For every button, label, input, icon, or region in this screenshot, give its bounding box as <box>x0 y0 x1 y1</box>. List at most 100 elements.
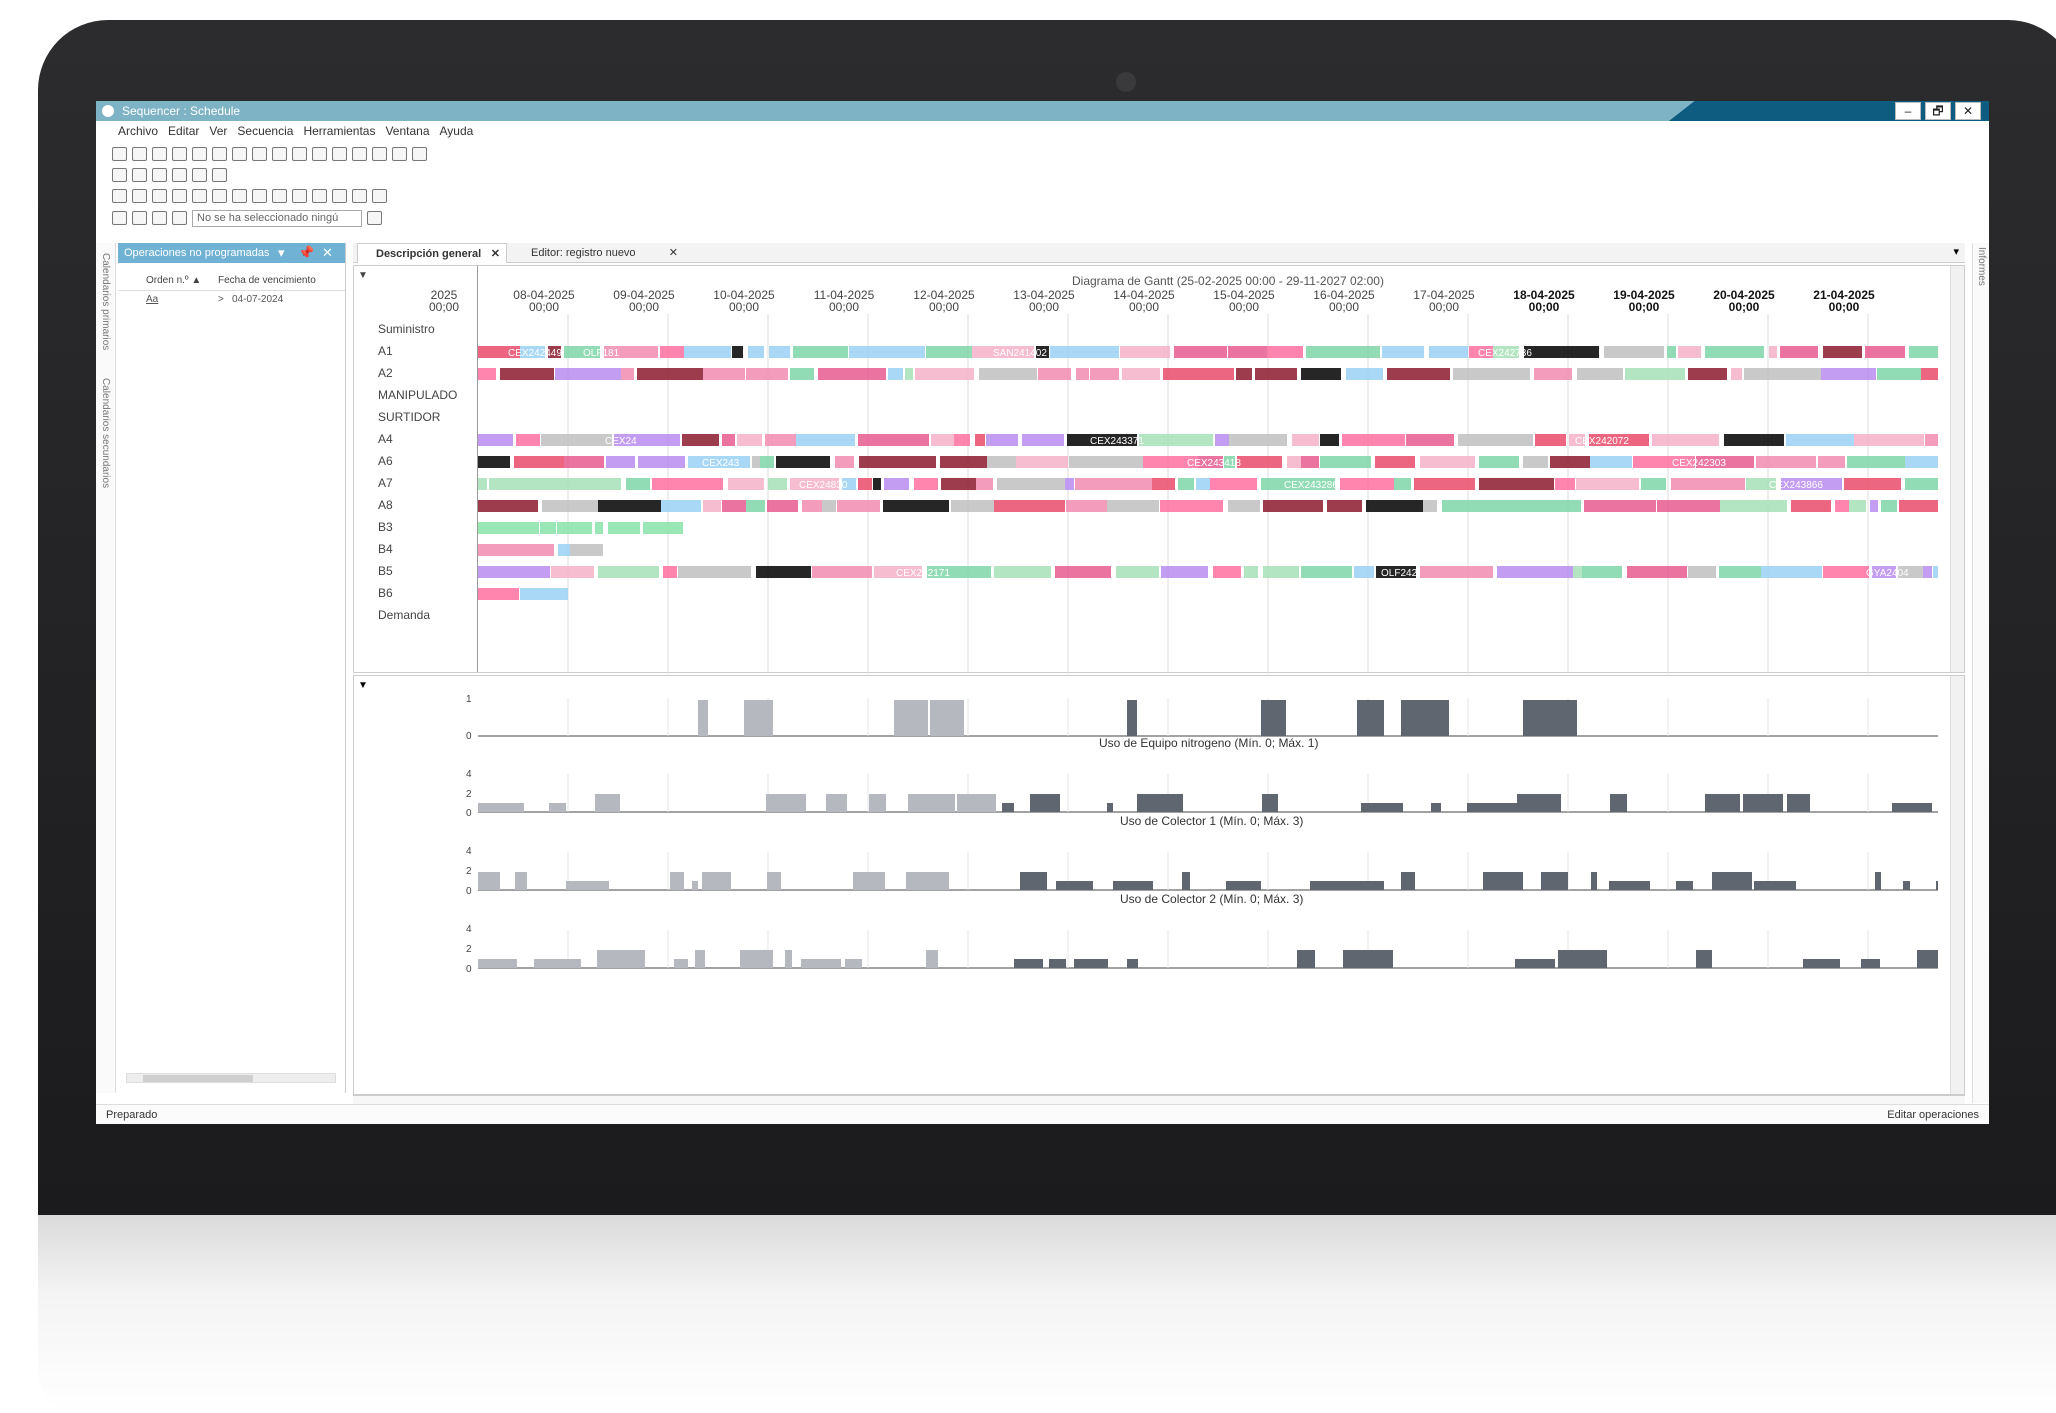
usage-bar <box>853 872 885 890</box>
menu-archivo[interactable]: Archivo <box>118 121 158 141</box>
app-window: Sequencer : Schedule – 🗗 ✕ Archivo Edita… <box>96 101 1989 1124</box>
restore-button[interactable]: 🗗 <box>1925 102 1951 120</box>
tab-descripcion-general[interactable]: Descripción general ✕ <box>357 243 507 263</box>
menu-herramientas[interactable]: Herramientas <box>303 121 375 141</box>
menu-ver[interactable]: Ver <box>209 121 227 141</box>
selection-dropdown[interactable]: No se ha seleccionado ningú <box>192 209 362 227</box>
gantt-operation-bar <box>478 368 496 380</box>
usage-bar <box>1030 794 1060 812</box>
save-icon[interactable] <box>132 147 147 161</box>
gantt-operation-bar <box>1139 434 1213 446</box>
gantt-scrollbar[interactable] <box>1950 266 1964 672</box>
calendar-icon[interactable] <box>212 168 227 182</box>
open-icon[interactable] <box>112 147 127 161</box>
gantt-bar-label: CEX243418 <box>1187 458 1241 469</box>
sequence-icon[interactable] <box>132 189 147 203</box>
gantt-operation-bar <box>1584 500 1656 512</box>
help-icon[interactable] <box>392 147 407 161</box>
filter-text-input[interactable]: Aa <box>146 291 218 309</box>
redo-icon[interactable] <box>212 147 227 161</box>
calendar-icon[interactable] <box>312 147 327 161</box>
redo-icon[interactable] <box>332 189 347 203</box>
image-icon[interactable] <box>192 168 207 182</box>
undo-icon[interactable] <box>192 147 207 161</box>
calendar-icon[interactable] <box>112 189 127 203</box>
gantt-operation-bar <box>652 478 723 490</box>
close-icon[interactable]: ✕ <box>322 245 333 261</box>
open-icon[interactable] <box>232 189 247 203</box>
gantt-operation-bar <box>1263 500 1323 512</box>
print-icon[interactable] <box>152 147 167 161</box>
gantt-operation-bar <box>1320 456 1335 468</box>
grid-icon[interactable] <box>352 189 367 203</box>
menu-editar[interactable]: Editar <box>168 121 199 141</box>
col-fecha[interactable]: Fecha de vencimiento <box>218 271 338 290</box>
gantt-bars[interactable]: CEX242449 CEX24 CEX243 CEX24830 CEX242171 SAN… <box>478 314 1938 674</box>
layout-icon[interactable] <box>112 211 127 225</box>
tab-calendarios-primarios[interactable]: Calendarios primarios <box>100 253 111 350</box>
gantt-operation-bar <box>1719 566 1761 578</box>
close-button[interactable]: ✕ <box>1955 102 1981 120</box>
paint-icon[interactable] <box>172 189 187 203</box>
gantt-operation-bar <box>818 368 835 380</box>
gantt-operation-bar <box>873 478 881 490</box>
gantt-bar-label: CEX24 <box>605 436 637 447</box>
chart-icon[interactable] <box>272 147 287 161</box>
gantt-operation-bar <box>1160 500 1223 512</box>
filter-options-icon[interactable] <box>367 211 382 225</box>
menu-ventana[interactable]: Ventana <box>385 121 429 141</box>
pin-icon[interactable]: 📌 <box>298 245 314 261</box>
report-icon[interactable] <box>412 147 427 161</box>
filter-date[interactable]: 04-07-2024 <box>232 291 283 309</box>
minimize-button[interactable]: – <box>1895 102 1921 120</box>
usage-bar <box>845 959 862 968</box>
charts-scrollbar[interactable] <box>1950 676 1964 1094</box>
collapse-icon[interactable]: ▼ <box>358 270 368 281</box>
gantt-operation-bar <box>1844 478 1901 490</box>
usage-bar <box>1541 872 1568 890</box>
grid-icon[interactable] <box>232 147 247 161</box>
filter-clear-icon[interactable] <box>172 211 187 225</box>
help-icon[interactable] <box>192 189 207 203</box>
check-icon[interactable] <box>172 147 187 161</box>
gantt-operation-bar <box>1366 500 1423 512</box>
gantt-operation-bar <box>859 456 936 468</box>
paint-icon[interactable] <box>372 147 387 161</box>
menu-secuencia[interactable]: Secuencia <box>237 121 293 141</box>
link-icon[interactable] <box>352 147 367 161</box>
chevron-right-icon[interactable]: > <box>218 291 232 309</box>
save-icon[interactable] <box>252 189 267 203</box>
collapse-icon[interactable]: ▼ <box>358 680 368 691</box>
check-icon[interactable] <box>292 189 307 203</box>
link-icon[interactable] <box>152 189 167 203</box>
tab-editor-registro[interactable]: Editor: registro nuevo ✕ <box>513 243 678 263</box>
tab-close-icon[interactable]: ✕ <box>491 244 500 264</box>
redo-icon[interactable] <box>112 168 127 182</box>
layout-alt-icon[interactable] <box>132 211 147 225</box>
table-icon[interactable] <box>252 147 267 161</box>
table-icon[interactable] <box>372 189 387 203</box>
usage-bar <box>826 794 847 812</box>
print-icon[interactable] <box>272 189 287 203</box>
usage-bar <box>1074 959 1108 968</box>
panel-scrollbar[interactable] <box>126 1073 336 1083</box>
undo-icon[interactable] <box>312 189 327 203</box>
report-icon[interactable] <box>212 189 227 203</box>
usage-bar <box>1551 700 1577 736</box>
tab-close-icon[interactable]: ✕ <box>669 243 678 263</box>
grid-icon[interactable] <box>132 168 147 182</box>
filter-icon[interactable] <box>152 211 167 225</box>
tab-informes[interactable]: Informes <box>1976 247 1987 286</box>
tab-calendarios-secundarios[interactable]: Calendarios secundarios <box>100 378 111 488</box>
menu-ayuda[interactable]: Ayuda <box>440 121 474 141</box>
table-icon[interactable] <box>152 168 167 182</box>
tabs-menu-icon[interactable]: ▾ <box>1953 245 1959 258</box>
gantt-operation-bar <box>1791 500 1831 512</box>
gantt-operation-bar <box>1423 500 1437 512</box>
image-icon[interactable] <box>292 147 307 161</box>
sequence-icon[interactable] <box>332 147 347 161</box>
chart-icon[interactable] <box>172 168 187 182</box>
col-orden[interactable]: Orden n.º ▲ <box>146 271 218 290</box>
dropdown-icon[interactable]: ▾ <box>278 245 285 261</box>
gantt-operation-bar <box>979 368 1037 380</box>
